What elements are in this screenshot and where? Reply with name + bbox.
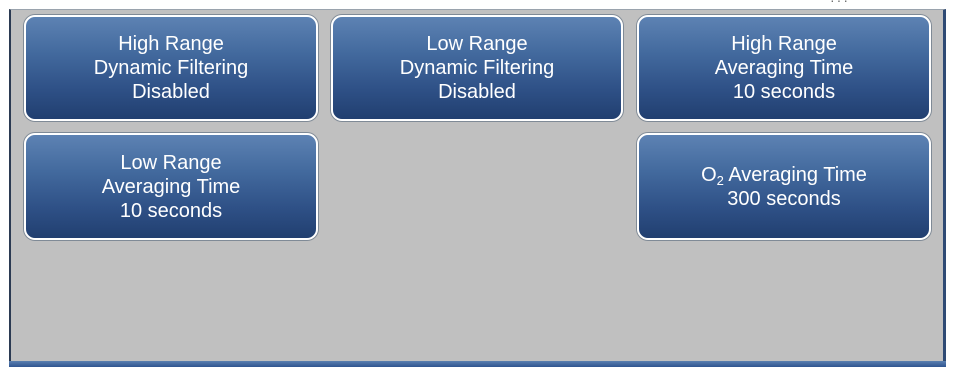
o2-subscript: 2 [716,172,724,188]
clipped-header-text: ··· [830,0,910,9]
bottom-bar [9,361,946,367]
button-value: 300 seconds [727,187,841,210]
button-value: Disabled [438,81,516,103]
button-value: 10 seconds [119,199,223,222]
button-label-line: Averaging Time [101,175,241,198]
button-value: Disabled [132,81,210,103]
low-range-averaging-time-button[interactable]: Low Range Averaging Time 10 seconds [24,133,318,240]
clipped-header-label: ··· [830,0,850,8]
low-range-dynamic-filtering-button[interactable]: Low Range Dynamic Filtering Disabled [331,15,623,121]
button-label-line: O2 Averaging Time [701,163,867,187]
o2-averaging-time-button[interactable]: O2 Averaging Time 300 seconds [637,133,931,240]
button-label-line: High Range [118,33,224,55]
screen: ··· High Range Dynamic Filtering Disable… [0,0,953,367]
o2-suffix: Averaging Time [723,163,867,186]
button-label-line: Low Range [426,33,528,55]
button-label-line: Low Range [120,151,222,174]
high-range-dynamic-filtering-button[interactable]: High Range Dynamic Filtering Disabled [24,15,318,121]
button-label-line: Dynamic Filtering [93,57,249,79]
button-label-line: Averaging Time [714,57,854,79]
o2-prefix: O [701,163,717,186]
button-label-line: High Range [731,33,837,55]
button-value: 10 seconds [732,81,836,103]
high-range-averaging-time-button[interactable]: High Range Averaging Time 10 seconds [637,15,931,121]
button-label-line: Dynamic Filtering [399,57,555,79]
